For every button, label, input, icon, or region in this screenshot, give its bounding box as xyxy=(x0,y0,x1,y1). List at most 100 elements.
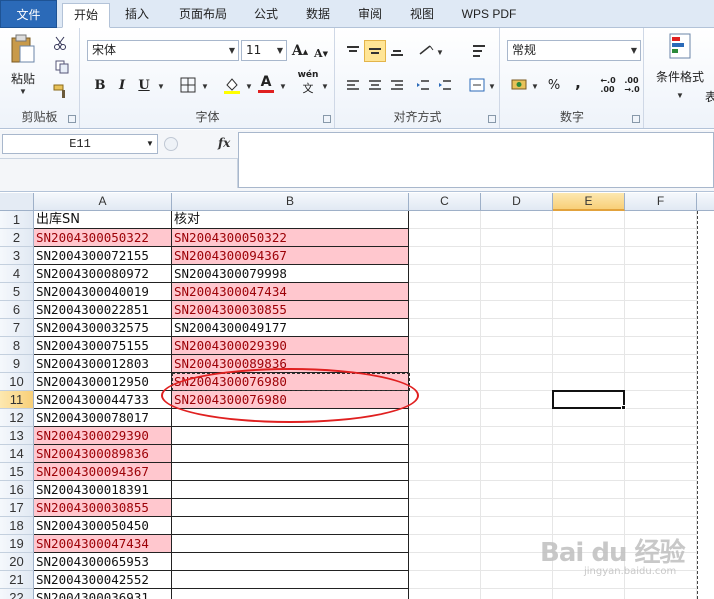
align-top-button[interactable] xyxy=(342,40,364,62)
tab-wps-pdf[interactable]: WPS PDF xyxy=(452,3,526,28)
cell-b3[interactable]: SN2004300094367 xyxy=(172,247,409,265)
cell-a14[interactable]: SN2004300089836 xyxy=(34,445,172,463)
cell-e12[interactable] xyxy=(553,409,625,427)
cell-f9[interactable] xyxy=(625,355,697,373)
cell-d8[interactable] xyxy=(481,337,553,355)
cell-f14[interactable] xyxy=(625,445,697,463)
cell-e8[interactable] xyxy=(553,337,625,355)
cell-c19[interactable] xyxy=(409,535,481,553)
row-header-10[interactable]: 10 xyxy=(0,373,34,391)
cell-f17[interactable] xyxy=(625,499,697,517)
tab-page-layout[interactable]: 页面布局 xyxy=(170,3,236,28)
cell-a5[interactable]: SN2004300040019 xyxy=(34,283,172,301)
increase-indent-button[interactable] xyxy=(434,74,456,96)
cell-e6[interactable] xyxy=(553,301,625,319)
number-format-combo[interactable]: 常规 ▼ xyxy=(507,40,641,61)
cell-c10[interactable] xyxy=(409,373,481,391)
borders-button[interactable] xyxy=(177,74,199,96)
cell-a7[interactable]: SN2004300032575 xyxy=(34,319,172,337)
cell-d11[interactable] xyxy=(481,391,553,409)
cell-c12[interactable] xyxy=(409,409,481,427)
cell-b16[interactable] xyxy=(172,481,409,499)
cell-c11[interactable] xyxy=(409,391,481,409)
cell-f3[interactable] xyxy=(625,247,697,265)
cell-d1[interactable] xyxy=(481,211,553,229)
cell-a19[interactable]: SN2004300047434 xyxy=(34,535,172,553)
font-size-combo[interactable]: 11 ▼ xyxy=(241,40,287,61)
comma-style-button[interactable]: , xyxy=(567,72,589,94)
column-header-g[interactable] xyxy=(697,193,714,211)
column-header-f[interactable]: F xyxy=(625,193,697,211)
row-header-5[interactable]: 5 xyxy=(0,283,34,301)
percent-button[interactable]: % xyxy=(543,74,565,96)
cell-a6[interactable]: SN2004300022851 xyxy=(34,301,172,319)
cell-e22[interactable] xyxy=(553,589,625,599)
cell-b8[interactable]: SN2004300029390 xyxy=(172,337,409,355)
cell-b13[interactable] xyxy=(172,427,409,445)
row-header-19[interactable]: 19 xyxy=(0,535,34,553)
cell-f2[interactable] xyxy=(625,229,697,247)
align-bottom-button[interactable] xyxy=(386,40,408,62)
cell-c7[interactable] xyxy=(409,319,481,337)
name-box[interactable]: E11 xyxy=(2,134,158,154)
column-header-c[interactable]: C xyxy=(409,193,481,211)
clipboard-launcher-icon[interactable] xyxy=(68,115,76,123)
cell-d7[interactable] xyxy=(481,319,553,337)
cell-f6[interactable] xyxy=(625,301,697,319)
font-color-button[interactable]: A xyxy=(255,72,277,94)
cell-c20[interactable] xyxy=(409,553,481,571)
column-header-a[interactable]: A xyxy=(34,193,172,211)
row-header-14[interactable]: 14 xyxy=(0,445,34,463)
shrink-font-button[interactable]: A ▼ xyxy=(310,42,332,64)
cell-d14[interactable] xyxy=(481,445,553,463)
cell-a8[interactable]: SN2004300075155 xyxy=(34,337,172,355)
italic-button[interactable]: I xyxy=(111,74,133,96)
cell-f1[interactable] xyxy=(625,211,697,229)
cell-e7[interactable] xyxy=(553,319,625,337)
tab-insert[interactable]: 插入 xyxy=(112,3,162,28)
cell-e3[interactable] xyxy=(553,247,625,265)
cell-a21[interactable]: SN2004300042552 xyxy=(34,571,172,589)
cell-d16[interactable] xyxy=(481,481,553,499)
cell-f16[interactable] xyxy=(625,481,697,499)
cell-f4[interactable] xyxy=(625,265,697,283)
cell-b20[interactable] xyxy=(172,553,409,571)
resize-handle-icon[interactable] xyxy=(164,137,178,151)
row-header-21[interactable]: 21 xyxy=(0,571,34,589)
alignment-launcher-icon[interactable] xyxy=(488,115,496,123)
cell-e2[interactable] xyxy=(553,229,625,247)
cell-a22[interactable]: SN2004300036931 xyxy=(34,589,172,599)
wrap-text-button[interactable] xyxy=(468,40,490,62)
select-all-corner[interactable] xyxy=(0,193,34,211)
cell-e4[interactable] xyxy=(553,265,625,283)
row-header-6[interactable]: 6 xyxy=(0,301,34,319)
cell-c2[interactable] xyxy=(409,229,481,247)
merge-center-button[interactable] xyxy=(466,74,488,96)
row-header-8[interactable]: 8 xyxy=(0,337,34,355)
row-header-20[interactable]: 20 xyxy=(0,553,34,571)
cell-c18[interactable] xyxy=(409,517,481,535)
cell-f10[interactable] xyxy=(625,373,697,391)
active-cell-e11[interactable] xyxy=(552,390,625,409)
tab-view[interactable]: 视图 xyxy=(400,3,444,28)
row-header-17[interactable]: 17 xyxy=(0,499,34,517)
row-header-15[interactable]: 15 xyxy=(0,463,34,481)
cell-f22[interactable] xyxy=(625,589,697,599)
row-header-22[interactable]: 22 xyxy=(0,589,34,599)
orientation-button[interactable] xyxy=(416,40,438,62)
cell-d5[interactable] xyxy=(481,283,553,301)
cell-f5[interactable] xyxy=(625,283,697,301)
row-header-18[interactable]: 18 xyxy=(0,517,34,535)
insert-function-icon[interactable]: fx xyxy=(218,136,230,150)
cell-e1[interactable] xyxy=(553,211,625,229)
cell-e9[interactable] xyxy=(553,355,625,373)
cell-f8[interactable] xyxy=(625,337,697,355)
column-header-d[interactable]: D xyxy=(481,193,553,211)
cell-a4[interactable]: SN2004300080972 xyxy=(34,265,172,283)
cell-d4[interactable] xyxy=(481,265,553,283)
row-header-3[interactable]: 3 xyxy=(0,247,34,265)
cell-b5[interactable]: SN2004300047434 xyxy=(172,283,409,301)
cell-a16[interactable]: SN2004300018391 xyxy=(34,481,172,499)
cell-a18[interactable]: SN2004300050450 xyxy=(34,517,172,535)
cell-a17[interactable]: SN2004300030855 xyxy=(34,499,172,517)
